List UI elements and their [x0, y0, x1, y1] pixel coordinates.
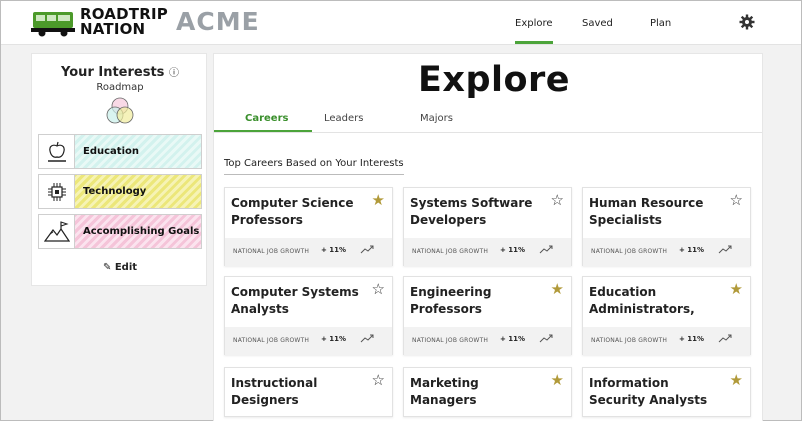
star-outline-icon[interactable]: ☆: [372, 282, 385, 297]
card-header: Human Resource Specialists ☆: [583, 188, 750, 238]
career-card[interactable]: Instructional Designers ☆: [224, 367, 393, 417]
growth-label: NATIONAL JOB GROWTH: [591, 337, 668, 344]
card-header: Computer Systems Analysts ☆: [225, 277, 392, 327]
tab-majors[interactable]: Majors: [420, 113, 453, 124]
card-header: Systems Software Developers ☆: [404, 188, 571, 238]
card-header: Instructional Designers ☆: [225, 368, 392, 418]
growth-value: + 11%: [321, 246, 347, 254]
roadmap-label: Roadmap: [96, 82, 144, 93]
page-title: Explore: [417, 60, 571, 100]
career-card[interactable]: Marketing Managers ★: [403, 367, 572, 417]
card-header: Marketing Managers ★: [404, 368, 571, 418]
career-card[interactable]: Information Security Analysts ★: [582, 367, 751, 417]
career-card[interactable]: Systems Software Developers ☆ NATIONAL J…: [403, 187, 572, 267]
career-title: Information Security Analysts: [589, 376, 708, 407]
interest-icon-box: [39, 215, 75, 248]
top-header: ROADTRIP NATION ACME Explore Saved Plan: [1, 1, 801, 45]
interest-card-technology[interactable]: Technology: [38, 174, 202, 209]
chip-icon: [47, 182, 66, 201]
section-heading: Top Careers Based on Your Interests: [224, 158, 404, 175]
growth-label: NATIONAL JOB GROWTH: [412, 248, 489, 255]
pencil-icon: ✎: [102, 262, 112, 273]
mountain-flag-icon: [43, 220, 70, 242]
logo-line-2: NATION: [80, 20, 146, 38]
star-filled-icon[interactable]: ★: [372, 193, 385, 208]
interest-label: Technology: [83, 185, 147, 197]
bus-logo-icon[interactable]: [31, 9, 75, 37]
gear-icon[interactable]: [739, 14, 755, 30]
career-card[interactable]: Computer Science Professors ★ NATIONAL J…: [224, 187, 393, 267]
career-title: Marketing Managers: [410, 376, 479, 407]
career-card[interactable]: Engineering Professors ★ NATIONAL JOB GR…: [403, 276, 572, 356]
interest-card-education[interactable]: Education: [38, 134, 202, 169]
trend-up-icon: [539, 245, 553, 254]
career-title: Human Resource Specialists: [589, 196, 704, 227]
growth-value: + 11%: [679, 335, 705, 343]
star-filled-icon[interactable]: ★: [551, 373, 564, 388]
interests-panel: Your Interests ⓘ Roadmap Education Techn…: [31, 53, 207, 286]
growth-label: NATIONAL JOB GROWTH: [233, 337, 310, 344]
trend-up-icon: [718, 245, 732, 254]
interest-label: Accomplishing Goals: [83, 225, 200, 237]
growth-label: NATIONAL JOB GROWTH: [591, 248, 668, 255]
apple-icon: [47, 141, 66, 162]
career-title: Education Administrators,: [589, 285, 695, 316]
star-filled-icon[interactable]: ★: [730, 282, 743, 297]
star-filled-icon[interactable]: ★: [730, 373, 743, 388]
interest-card-accomplishing-goals[interactable]: Accomplishing Goals: [38, 214, 202, 249]
career-card[interactable]: Education Administrators, ★ NATIONAL JOB…: [582, 276, 751, 356]
active-tab-indicator: [214, 130, 312, 132]
growth-value: + 11%: [500, 246, 526, 254]
growth-label: NATIONAL JOB GROWTH: [233, 248, 310, 255]
nav-plan[interactable]: Plan: [650, 18, 671, 29]
star-outline-icon[interactable]: ☆: [730, 193, 743, 208]
interest-label: Education: [83, 145, 139, 157]
tab-leaders[interactable]: Leaders: [324, 113, 364, 124]
star-filled-icon[interactable]: ★: [551, 282, 564, 297]
info-icon[interactable]: ⓘ: [169, 68, 179, 79]
trend-up-icon: [360, 245, 374, 254]
card-header: Information Security Analysts ★: [583, 368, 750, 418]
trend-up-icon: [539, 334, 553, 343]
interests-title: Your Interests ⓘ: [32, 64, 208, 80]
roadtrip-nation-logo-text[interactable]: ROADTRIP NATION: [80, 7, 168, 37]
nav-active-indicator: [515, 41, 553, 44]
edit-label: Edit: [114, 262, 138, 273]
explore-panel: Explore Careers Leaders Majors Top Caree…: [213, 53, 763, 421]
star-outline-icon[interactable]: ☆: [372, 373, 385, 388]
trend-up-icon: [360, 334, 374, 343]
star-outline-icon[interactable]: ☆: [551, 193, 564, 208]
venn-diagram-icon[interactable]: [105, 96, 135, 126]
growth-value: + 11%: [500, 335, 526, 343]
trend-up-icon: [718, 334, 732, 343]
tab-careers[interactable]: Careers: [245, 113, 288, 124]
career-title: Systems Software Developers: [410, 196, 533, 227]
growth-label: NATIONAL JOB GROWTH: [412, 337, 489, 344]
interest-icon-box: [39, 135, 75, 168]
career-title: Computer Systems Analysts: [231, 285, 359, 316]
career-card[interactable]: Computer Systems Analysts ☆ NATIONAL JOB…: [224, 276, 393, 356]
interest-icon-box: [39, 175, 75, 208]
nav-explore[interactable]: Explore: [515, 18, 553, 29]
card-header: Computer Science Professors ★: [225, 188, 392, 238]
tabs-divider: [214, 132, 762, 133]
career-card[interactable]: Human Resource Specialists ☆ NATIONAL JO…: [582, 187, 751, 267]
card-header: Education Administrators, ★: [583, 277, 750, 327]
growth-value: + 11%: [679, 246, 705, 254]
career-title: Computer Science Professors: [231, 196, 354, 227]
nav-saved[interactable]: Saved: [582, 18, 613, 29]
career-title: Instructional Designers: [231, 376, 318, 407]
interests-title-text: Your Interests: [61, 65, 165, 80]
card-header: Engineering Professors ★: [404, 277, 571, 327]
partner-logo: ACME: [176, 7, 260, 36]
growth-value: + 11%: [321, 335, 347, 343]
edit-interests-button[interactable]: ✎ Edit: [32, 262, 208, 273]
career-title: Engineering Professors: [410, 285, 492, 316]
